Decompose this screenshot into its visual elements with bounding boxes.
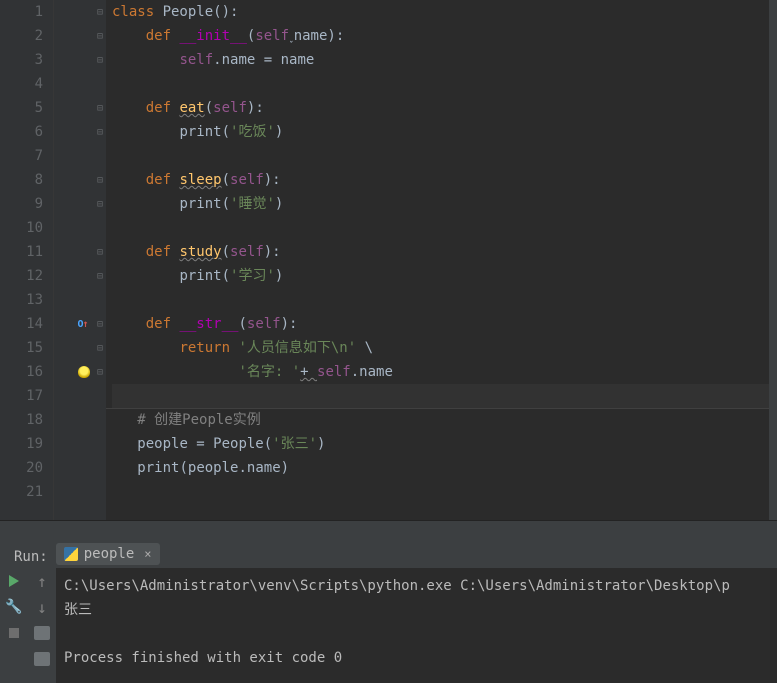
rerun-button[interactable] — [5, 572, 23, 590]
line-number: 21 — [0, 480, 43, 504]
editor-scrollbar[interactable] — [769, 0, 777, 520]
run-tabs-bar: Run: people × — [0, 540, 777, 568]
override-icon[interactable]: O↑ — [76, 317, 90, 331]
line-number: 3 — [0, 48, 43, 72]
fold-toggle — [94, 408, 106, 432]
line-number: 10 — [0, 216, 43, 240]
code-line[interactable] — [112, 72, 769, 96]
fold-toggle — [94, 384, 106, 408]
code-line[interactable]: print('睡觉') — [112, 192, 769, 216]
line-number: 20 — [0, 456, 43, 480]
up-stack-button[interactable]: ↑ — [33, 572, 51, 590]
code-line[interactable]: '名字: '+ self.name — [112, 360, 769, 384]
code-line[interactable]: def __init__(self˯name): — [112, 24, 769, 48]
line-number-gutter: 123456789101112131415161718192021 — [0, 0, 54, 520]
down-stack-button[interactable]: ↓ — [33, 598, 51, 616]
fold-toggle[interactable]: ⊟ — [94, 312, 106, 336]
edit-config-button[interactable]: 🔧 — [5, 598, 23, 616]
fold-toggle[interactable]: ⊟ — [94, 264, 106, 288]
code-line[interactable]: # 创建People实例 — [112, 408, 769, 432]
line-number: 12 — [0, 264, 43, 288]
fold-toggle — [94, 456, 106, 480]
line-number: 1 — [0, 0, 43, 24]
line-number: 6 — [0, 120, 43, 144]
console-line: C:\Users\Administrator\venv\Scripts\pyth… — [64, 574, 769, 598]
fold-toggle — [94, 72, 106, 96]
stop-button[interactable] — [5, 624, 23, 642]
fold-toggle[interactable]: ⊟ — [94, 192, 106, 216]
line-number: 15 — [0, 336, 43, 360]
fold-toggle[interactable]: ⊟ — [94, 360, 106, 384]
line-number: 11 — [0, 240, 43, 264]
console-line — [64, 622, 769, 646]
run-tool-window: Run: people × 🔧 ↑ ↓ C:\Users\Administrat… — [0, 540, 777, 683]
line-number: 16 — [0, 360, 43, 384]
code-line[interactable]: print('吃饭') — [112, 120, 769, 144]
code-line[interactable]: self.name = name — [112, 48, 769, 72]
console-line: 张三 — [64, 598, 769, 622]
line-number: 14 — [0, 312, 43, 336]
run-tab-label: people — [84, 546, 135, 562]
intention-bulb-icon[interactable] — [78, 366, 90, 378]
fold-toggle[interactable]: ⊟ — [94, 336, 106, 360]
fold-toggle — [94, 144, 106, 168]
soft-wrap-button[interactable] — [33, 624, 51, 642]
fold-toggle — [94, 288, 106, 312]
code-line[interactable] — [112, 216, 769, 240]
line-number: 8 — [0, 168, 43, 192]
line-number: 2 — [0, 24, 43, 48]
code-line[interactable]: people = People('张三') — [112, 432, 769, 456]
code-line[interactable]: class People(): — [112, 0, 769, 24]
fold-toggle — [94, 432, 106, 456]
code-line[interactable]: print(people.name) — [112, 456, 769, 480]
code-area[interactable]: class People(): def __init__(self˯name):… — [106, 0, 769, 520]
code-line[interactable]: def __str__(self): — [112, 312, 769, 336]
fold-toggle[interactable]: ⊟ — [94, 0, 106, 24]
code-line[interactable] — [112, 384, 769, 408]
code-line[interactable]: def sleep(self): — [112, 168, 769, 192]
fold-toggle[interactable]: ⊟ — [94, 240, 106, 264]
line-number: 9 — [0, 192, 43, 216]
close-icon[interactable]: × — [144, 547, 151, 561]
fold-toggle[interactable]: ⊟ — [94, 120, 106, 144]
run-tab-people[interactable]: people × — [56, 543, 160, 565]
code-line[interactable] — [112, 288, 769, 312]
fold-toggle — [94, 216, 106, 240]
fold-toggle[interactable]: ⊟ — [94, 96, 106, 120]
line-number: 17 — [0, 384, 43, 408]
line-number: 13 — [0, 288, 43, 312]
code-line[interactable]: def eat(self): — [112, 96, 769, 120]
fold-toggle[interactable]: ⊟ — [94, 24, 106, 48]
run-label: Run: — [6, 543, 56, 565]
line-number: 19 — [0, 432, 43, 456]
code-line[interactable]: def study(self): — [112, 240, 769, 264]
console-output[interactable]: C:\Users\Administrator\venv\Scripts\pyth… — [56, 568, 777, 683]
line-number: 7 — [0, 144, 43, 168]
line-number: 5 — [0, 96, 43, 120]
run-toolbar-left: 🔧 — [0, 568, 28, 683]
code-line[interactable] — [112, 480, 769, 504]
fold-toggle[interactable]: ⊟ — [94, 48, 106, 72]
gutter-icons: O↑ — [54, 0, 94, 520]
run-toolbar-nav: ↑ ↓ — [28, 568, 56, 683]
console-line: Process finished with exit code 0 — [64, 646, 769, 670]
python-file-icon — [64, 547, 78, 561]
line-number: 4 — [0, 72, 43, 96]
code-line[interactable]: return '人员信息如下\n' \ — [112, 336, 769, 360]
line-number: 18 — [0, 408, 43, 432]
fold-toggle — [94, 480, 106, 504]
code-editor[interactable]: 123456789101112131415161718192021 O↑ ⊟⊟⊟… — [0, 0, 777, 520]
fold-toggle[interactable]: ⊟ — [94, 168, 106, 192]
scroll-to-end-button[interactable] — [33, 650, 51, 668]
code-line[interactable] — [112, 144, 769, 168]
fold-column[interactable]: ⊟⊟⊟⊟⊟⊟⊟⊟⊟⊟⊟⊟ — [94, 0, 106, 520]
splitter[interactable] — [0, 520, 777, 540]
code-line[interactable]: print('学习') — [112, 264, 769, 288]
